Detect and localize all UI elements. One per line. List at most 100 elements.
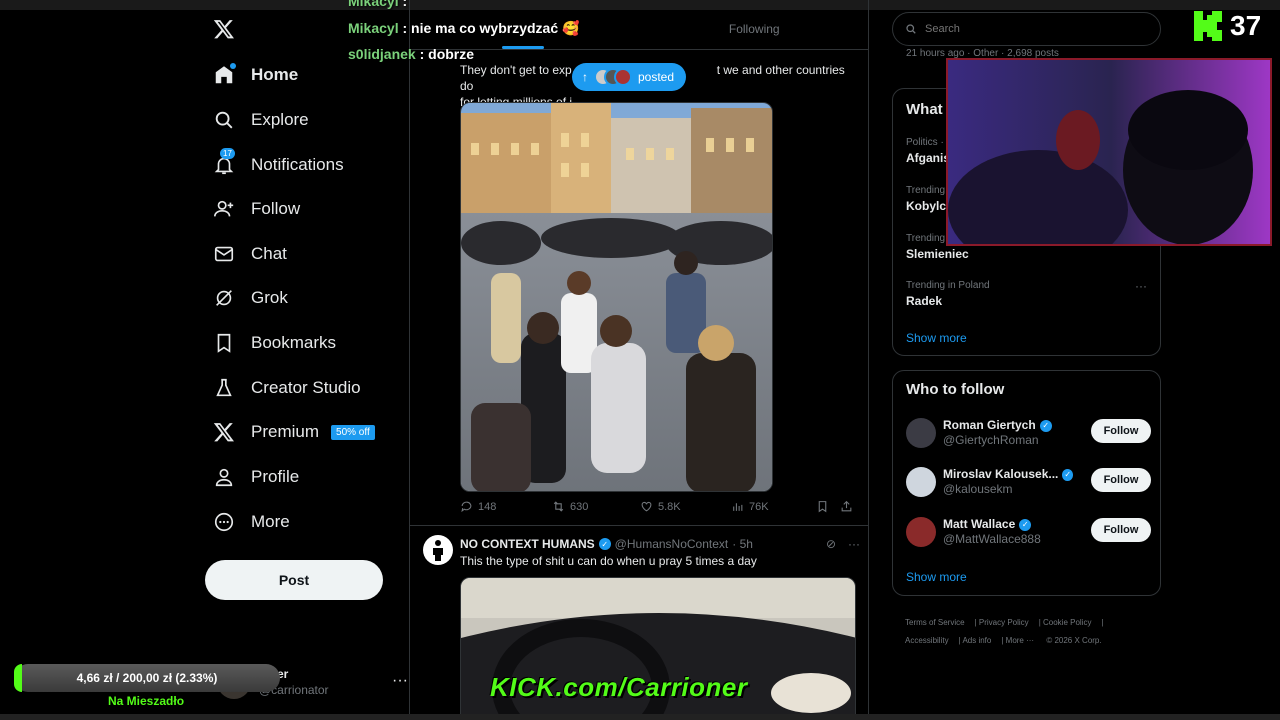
home-icon bbox=[213, 63, 236, 86]
kick-channel-watermark: KICK.com/Carrioner bbox=[490, 672, 748, 702]
suggestion-handle: @GiertychRoman bbox=[943, 433, 1039, 447]
nav-label: Follow bbox=[251, 199, 301, 218]
avatar[interactable] bbox=[423, 535, 453, 565]
follow-suggestion[interactable]: Miroslav Kalousek... ✓ @kalousekm Follow bbox=[906, 464, 1151, 500]
verified-badge-icon: ✓ bbox=[1039, 419, 1052, 432]
nav-explore[interactable]: Explore bbox=[213, 100, 309, 140]
nav-grok[interactable]: Grok bbox=[213, 278, 288, 318]
more-circle-icon bbox=[213, 511, 235, 533]
left-navigation: Home Explore 17 Notifications Follow Cha… bbox=[205, 0, 408, 720]
kick-logo-icon bbox=[1194, 11, 1222, 41]
search-icon bbox=[213, 109, 235, 131]
trend-item[interactable]: Radek bbox=[906, 294, 942, 308]
nav-label: Grok bbox=[251, 288, 288, 307]
footer-link[interactable]: More ··· bbox=[1006, 636, 1034, 645]
person-icon bbox=[213, 466, 235, 488]
nav-notifications[interactable]: 17 Notifications bbox=[213, 145, 344, 185]
footer-link[interactable]: Privacy Policy bbox=[979, 618, 1029, 627]
flask-icon bbox=[213, 377, 235, 399]
post-button[interactable]: Post bbox=[205, 560, 383, 600]
suggestion-handle: @MattWallace888 bbox=[943, 532, 1041, 546]
arrow-up-icon: ↑ bbox=[582, 70, 588, 84]
trend-item[interactable]: Slemieniec bbox=[906, 247, 969, 261]
suggestion-name: Matt Wallace bbox=[943, 517, 1016, 531]
follow-button[interactable]: Follow bbox=[1091, 419, 1151, 443]
nav-bookmarks[interactable]: Bookmarks bbox=[213, 323, 336, 363]
avatar bbox=[906, 517, 936, 547]
search-bar[interactable] bbox=[892, 12, 1161, 46]
reply-button[interactable]: 148 bbox=[460, 500, 552, 513]
heart-icon bbox=[641, 501, 652, 512]
share-button[interactable] bbox=[840, 500, 853, 513]
who-to-follow-show-more[interactable]: Show more bbox=[906, 570, 967, 584]
footer-link[interactable]: Accessibility bbox=[905, 636, 949, 645]
trend-item[interactable]: Kobylc bbox=[906, 199, 946, 213]
trend-item[interactable]: Afganis bbox=[906, 151, 950, 165]
nav-label: Chat bbox=[251, 244, 287, 263]
repost-button[interactable]: 630 bbox=[552, 500, 640, 513]
nav-label: Home bbox=[251, 65, 299, 84]
nav-more[interactable]: More bbox=[213, 502, 290, 542]
nav-label: Explore bbox=[251, 110, 309, 129]
trend-category: Politics · bbox=[906, 137, 944, 148]
tweet-author-name[interactable]: NO CONTEXT HUMANS bbox=[460, 537, 595, 551]
search-input[interactable] bbox=[925, 23, 1125, 35]
bookmark-icon bbox=[818, 501, 827, 513]
chat-username: Mikacyl bbox=[348, 20, 399, 36]
notification-dot bbox=[230, 63, 236, 69]
copyright: © 2026 X Corp. bbox=[1046, 636, 1102, 645]
nav-creator-studio[interactable]: Creator Studio bbox=[213, 368, 361, 408]
x-logo-icon bbox=[213, 421, 235, 443]
more-dots-icon[interactable]: ··· bbox=[848, 537, 860, 551]
like-button[interactable]: 5.8K bbox=[640, 500, 731, 513]
chat-username: Mikacyl bbox=[348, 0, 399, 9]
chat-message: Mikacyl : bbox=[348, 0, 407, 9]
viewer-count: 37 bbox=[1230, 10, 1262, 41]
nav-home[interactable]: Home bbox=[213, 55, 298, 95]
footer-link[interactable]: Cookie Policy bbox=[1043, 618, 1091, 627]
trends-title: What bbox=[906, 101, 943, 118]
donation-progress-text: 4,66 zł / 200,00 zł (2.33%) bbox=[76, 671, 218, 685]
verified-badge-icon: ✓ bbox=[1019, 518, 1032, 531]
trend-category: Trending in Poland bbox=[906, 280, 990, 291]
suggestion-handle: @kalousekm bbox=[943, 482, 1013, 496]
tweet-actions: 148 630 5.8K 76K bbox=[460, 500, 860, 513]
bookmark-icon bbox=[213, 332, 235, 354]
follow-button[interactable]: Follow bbox=[1091, 518, 1151, 542]
avatar bbox=[614, 68, 632, 86]
nav-follow[interactable]: Follow bbox=[213, 189, 300, 229]
footer-link[interactable]: Ads info bbox=[962, 636, 991, 645]
tweet-time: · 5h bbox=[732, 537, 753, 551]
bookmark-button[interactable] bbox=[816, 500, 840, 513]
more-dots-icon[interactable]: ··· bbox=[1135, 279, 1147, 293]
webcam-feed bbox=[948, 60, 1270, 244]
chat-message: Mikacyl : nie ma co wybrzydzać 🥰 bbox=[348, 20, 580, 36]
tweet-video[interactable] bbox=[460, 102, 773, 492]
footer-links: Terms of Service | Privacy Policy | Cookie… bbox=[905, 618, 1104, 645]
footer-link[interactable]: Terms of Service bbox=[905, 618, 965, 627]
follow-suggestion[interactable]: Matt Wallace ✓ @MattWallace888 Follow bbox=[906, 514, 1151, 550]
avatar bbox=[906, 418, 936, 448]
nav-premium[interactable]: Premium 50% off bbox=[213, 412, 375, 452]
trends-show-more[interactable]: Show more bbox=[906, 331, 967, 345]
nav-label: More bbox=[251, 512, 290, 531]
x-logo-icon[interactable] bbox=[213, 18, 239, 44]
suggestion-name: Miroslav Kalousek... bbox=[943, 467, 1059, 481]
suggestion-name: Roman Giertych bbox=[943, 418, 1036, 432]
follow-button[interactable]: Follow bbox=[1091, 468, 1151, 492]
notification-count: 17 bbox=[220, 148, 235, 159]
tab-following[interactable]: Following bbox=[640, 8, 869, 49]
grok-icon[interactable]: ⊘ bbox=[826, 537, 836, 551]
follow-suggestion[interactable]: Roman Giertych ✓ @GiertychRoman Follow bbox=[906, 415, 1151, 451]
nav-label: Profile bbox=[251, 467, 300, 486]
donation-goal-label: Na Mieszadło bbox=[108, 694, 185, 708]
more-dots-icon[interactable]: ··· bbox=[392, 672, 408, 690]
views-button[interactable]: 76K bbox=[731, 500, 816, 513]
who-to-follow-panel: Who to follow Roman Giertych ✓ @GiertychR… bbox=[892, 370, 1161, 596]
nav-label: Notifications bbox=[251, 155, 344, 174]
nav-profile[interactable]: Profile bbox=[213, 457, 299, 497]
stream-bottom-bar bbox=[0, 714, 1280, 720]
trend-category: Trending bbox=[906, 185, 946, 196]
nav-chat[interactable]: Chat bbox=[213, 234, 287, 274]
new-posts-pill[interactable]: ↑ posted bbox=[572, 63, 687, 91]
